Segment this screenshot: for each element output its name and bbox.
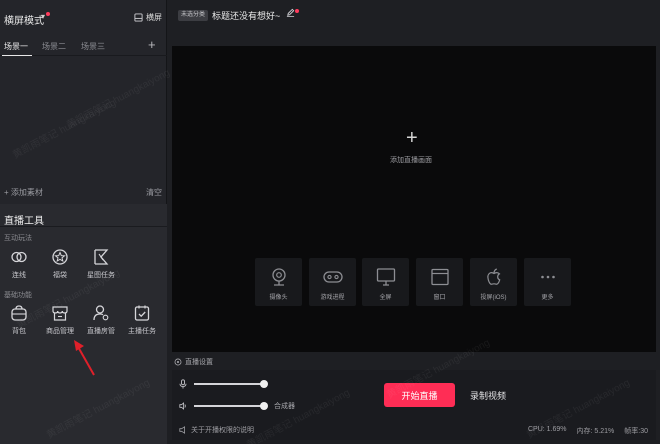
window-icon <box>430 268 449 286</box>
camera-icon <box>271 268 286 286</box>
source-game[interactable]: 游戏进程 <box>309 258 356 306</box>
privilege-note-link[interactable]: 关于开播权限的说明 <box>179 425 254 435</box>
scene-tabs: 场景一 场景二 场景三 + <box>0 36 167 56</box>
active-tab-indicator <box>2 55 32 56</box>
source-label: 窗口 <box>433 295 446 301</box>
star-map-icon <box>94 249 109 265</box>
add-screen-label[interactable]: 添加直播画面 <box>390 155 432 165</box>
tab-scene-3[interactable]: 场景三 <box>81 41 105 52</box>
interactive-group-title: 互动玩法 <box>4 235 32 242</box>
tool-star-map[interactable]: 星图任务 <box>84 247 118 283</box>
title-bar: 未选分类 标题还没有想好~ <box>168 0 660 32</box>
tool-backpack[interactable]: 背包 <box>2 303 36 339</box>
tool-link[interactable]: 连线 <box>2 247 36 283</box>
landscape-icon <box>134 13 143 22</box>
mixer-button[interactable]: 合成器 <box>274 401 295 411</box>
landscape-button[interactable]: 横屏 <box>134 12 162 23</box>
mic-row <box>179 379 268 389</box>
watermark: 黄凯雨笔记 huangkaiyong <box>11 97 118 162</box>
frame-rate: 帧率:30 <box>624 428 648 435</box>
tool-label: 星图任务 <box>87 272 115 279</box>
live-settings-button[interactable]: 直播设置 <box>174 357 213 367</box>
notification-dot <box>46 12 50 16</box>
tool-product-management[interactable]: 商品管理 <box>43 303 77 339</box>
divider <box>0 226 167 227</box>
tool-label: 福袋 <box>53 272 67 279</box>
more-icon <box>540 275 555 279</box>
tool-lucky-bag[interactable]: 福袋 <box>43 247 77 283</box>
tool-label: 连线 <box>12 272 26 279</box>
source-label: 更多 <box>541 295 554 301</box>
add-scene-button[interactable]: + <box>148 37 156 52</box>
source-label: 投屏(iOS) <box>480 295 507 301</box>
link-icon <box>11 251 27 263</box>
start-live-button[interactable]: 开始直播 <box>384 383 455 407</box>
landscape-label: 横屏 <box>146 13 162 22</box>
gamepad-icon <box>322 271 343 283</box>
speaker-volume-slider[interactable] <box>194 402 268 410</box>
slider-handle[interactable] <box>260 402 268 410</box>
add-screen-plus-icon[interactable]: + <box>406 127 418 150</box>
cpu-usage: CPU: 1.69% <box>527 426 567 433</box>
performance-stats: CPU: 1.69% 内存: 5.21% 帧率:30 <box>528 426 648 436</box>
speaker-row: 合成器 <box>179 401 295 411</box>
mic-volume-slider[interactable] <box>194 380 268 388</box>
live-tools-title: 直播工具 <box>4 216 44 227</box>
notification-dot <box>295 9 299 13</box>
mode-bar: 横屏模式 ▾ 横屏 <box>0 0 167 36</box>
slider-handle[interactable] <box>260 380 268 388</box>
source-label: 游戏进程 <box>320 295 345 301</box>
category-badge[interactable]: 未选分类 <box>178 10 209 21</box>
memory-usage: 内存: 5.21% <box>576 428 615 435</box>
tool-label: 背包 <box>12 328 26 335</box>
watermark: 黄凯雨笔记 huangkaiyong <box>65 67 172 132</box>
monitor-icon <box>376 268 395 286</box>
source-more[interactable]: 更多 <box>524 258 571 306</box>
control-bar: 合成器 开始直播 录制视频 关于开播权限的说明 CPU: 1.69% 内存: 5… <box>172 370 656 440</box>
source-camera[interactable]: 摄像头 <box>255 258 302 306</box>
speaker-icon[interactable] <box>179 402 187 410</box>
tool-room-manager[interactable]: 直播房管 <box>84 303 118 339</box>
tool-label: 主播任务 <box>128 328 156 335</box>
privilege-note-text: 关于开播权限的说明 <box>191 427 254 434</box>
shop-icon <box>52 306 68 321</box>
source-ios-cast[interactable]: 投屏(iOS) <box>470 258 517 306</box>
task-icon <box>134 305 150 321</box>
chevron-down-icon[interactable]: ▾ <box>41 12 45 21</box>
lucky-bag-icon <box>52 249 68 265</box>
user-gear-icon <box>93 305 109 321</box>
live-preview: + 添加直播画面 摄像头 游戏进程 全屏 窗口 投屏(iOS) 更多 <box>172 46 656 352</box>
live-settings-label: 直播设置 <box>185 359 213 366</box>
backpack-icon <box>11 305 27 321</box>
annotation-arrow-icon <box>74 340 95 376</box>
tool-label: 商品管理 <box>46 328 74 335</box>
source-label: 摄像头 <box>269 295 288 301</box>
source-fullscreen[interactable]: 全屏 <box>362 258 409 306</box>
source-window[interactable]: 窗口 <box>416 258 463 306</box>
megaphone-icon <box>179 426 185 434</box>
clear-button[interactable]: 清空 <box>146 187 162 198</box>
basic-group-title: 基础功能 <box>4 292 32 299</box>
stream-title[interactable]: 标题还没有想好~ <box>212 9 280 22</box>
tab-scene-1[interactable]: 场景一 <box>4 41 28 52</box>
apple-icon <box>486 268 500 285</box>
microphone-icon[interactable] <box>179 379 187 389</box>
tool-label: 直播房管 <box>87 328 115 335</box>
settings-icon <box>174 358 182 366</box>
record-video-button[interactable]: 录制视频 <box>470 389 506 402</box>
add-material-button[interactable]: + 添加素材 <box>4 187 43 198</box>
material-bar: + 添加素材 清空 <box>0 184 167 200</box>
edit-icon[interactable] <box>286 8 295 17</box>
tab-scene-2[interactable]: 场景二 <box>42 41 66 52</box>
source-label: 全屏 <box>379 295 392 301</box>
live-tools-panel: 直播工具 互动玩法 连线 福袋 星图任务 基础功能 背包 商品管理 直播房管 主… <box>0 204 167 444</box>
tool-anchor-tasks[interactable]: 主播任务 <box>125 303 159 339</box>
mode-selector[interactable]: 横屏模式 <box>4 12 44 27</box>
